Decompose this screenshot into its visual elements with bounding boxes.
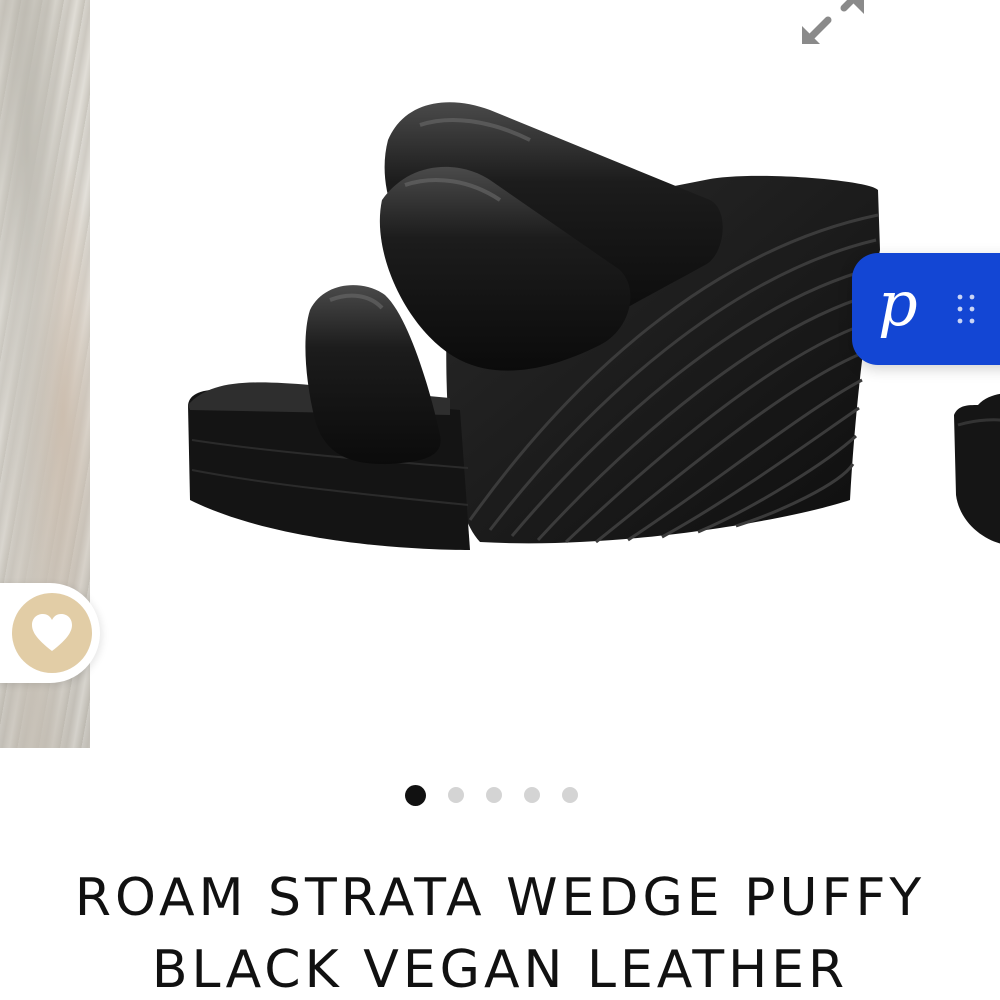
- heart-icon: [32, 614, 72, 651]
- widget-logo: p: [878, 267, 918, 340]
- product-page: p ROAM STRATA WEDGE PUFFY BLACK VEGAN LE…: [0, 0, 1000, 1000]
- floating-assistant-widget[interactable]: p: [852, 253, 1000, 365]
- pagination-dot[interactable]: [486, 787, 502, 803]
- gallery-pagination: [405, 784, 578, 806]
- product-title: ROAM STRATA WEDGE PUFFY BLACK VEGAN LEAT…: [0, 862, 1000, 1000]
- next-gallery-image-peek[interactable]: [948, 385, 1000, 555]
- product-main-image[interactable]: [150, 80, 890, 580]
- product-title-line1: ROAM STRATA WEDGE PUFFY: [74, 868, 926, 928]
- product-title-line2: BLACK VEGAN LEATHER: [151, 940, 849, 1000]
- expand-icon[interactable]: [798, 0, 868, 46]
- pagination-dot[interactable]: [405, 784, 426, 806]
- pagination-dot[interactable]: [448, 787, 464, 803]
- drag-grip-icon[interactable]: [956, 293, 976, 325]
- pagination-dot[interactable]: [562, 787, 578, 803]
- pagination-dot[interactable]: [524, 787, 540, 803]
- favorite-circle[interactable]: [12, 593, 92, 673]
- favorite-button[interactable]: [0, 583, 100, 683]
